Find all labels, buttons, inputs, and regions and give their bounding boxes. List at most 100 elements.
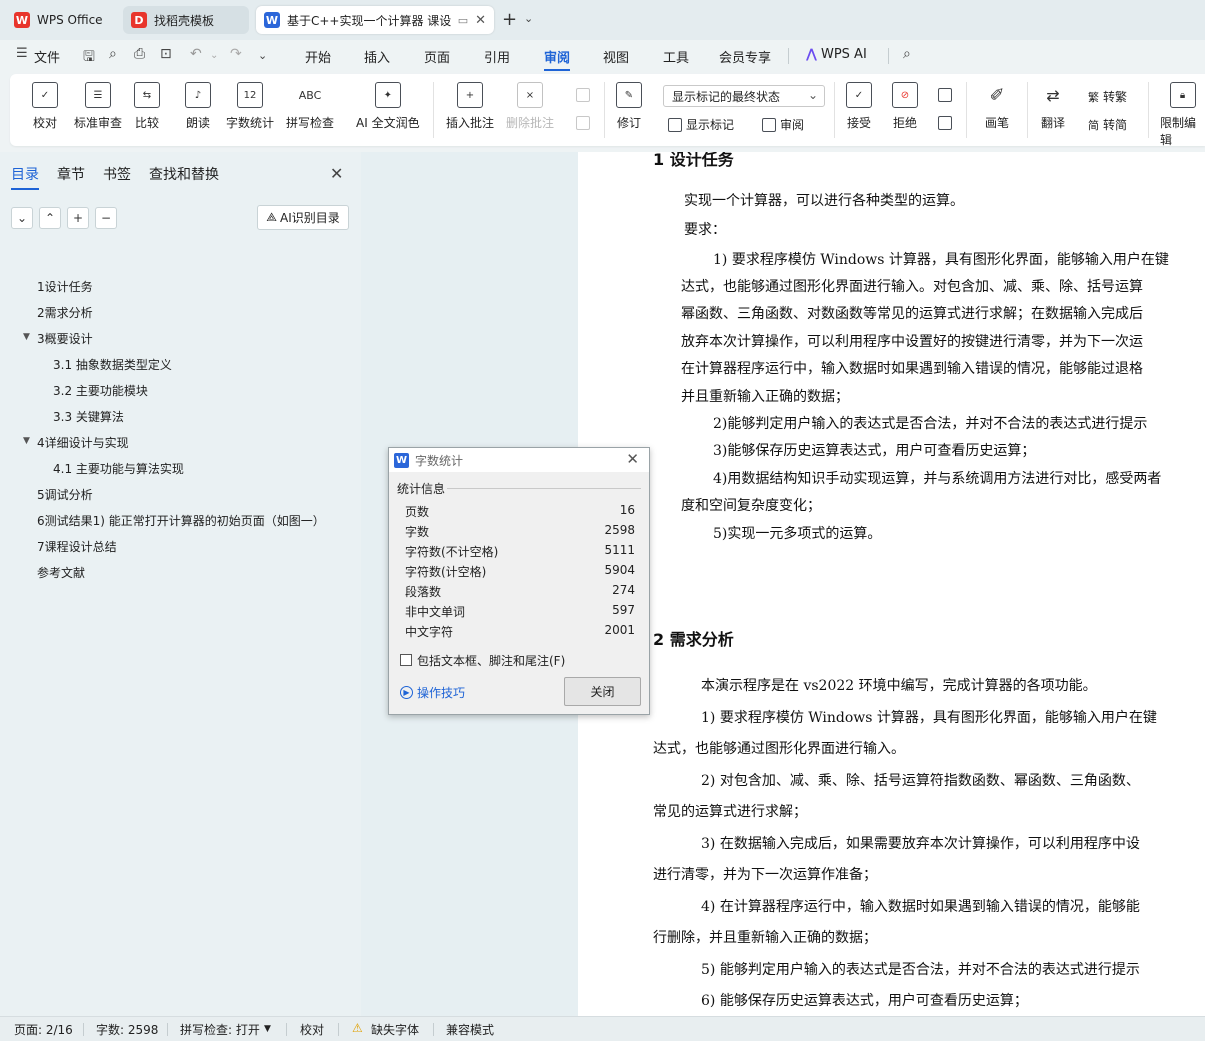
expanded-triangle-icon[interactable]: ▼ bbox=[23, 436, 30, 446]
restrict-edit-button[interactable]: 🔒︎ 限制编辑 bbox=[1160, 82, 1205, 148]
menu-review[interactable]: 审阅 bbox=[544, 47, 571, 71]
status-divider bbox=[286, 1023, 287, 1036]
status-word-count[interactable]: 字数: 2598 bbox=[96, 1021, 158, 1038]
remove-heading-button[interactable]: − bbox=[95, 207, 117, 229]
redo-icon[interactable]: ↷ bbox=[230, 46, 242, 62]
toc-item[interactable]: 3.2 主要功能模块 bbox=[53, 382, 148, 399]
status-proofread[interactable]: 校对 bbox=[300, 1021, 324, 1038]
print-preview-icon[interactable]: ⊡ bbox=[160, 46, 172, 62]
paragraph: 3) 在数据输入完成后，如果需要放弃本次计算操作，可以利用程序中设 bbox=[701, 836, 1140, 852]
close-icon[interactable]: ✕ bbox=[330, 164, 343, 183]
close-button[interactable]: 关闭 bbox=[564, 677, 641, 706]
dialog-title-bar[interactable]: W 字数统计 bbox=[389, 448, 649, 472]
menu-insert[interactable]: 插入 bbox=[364, 47, 390, 66]
proofread-button[interactable]: ✓ 校对 bbox=[32, 82, 58, 131]
undo-icon[interactable]: ↶ bbox=[190, 46, 202, 62]
chevron-down-icon[interactable]: ▼ bbox=[264, 1024, 271, 1034]
tab-wps-office[interactable]: W WPS Office bbox=[6, 6, 117, 34]
checkbox-label[interactable]: 包括文本框、脚注和尾注(F) bbox=[417, 652, 565, 669]
tab-bookmarks[interactable]: 书签 bbox=[103, 164, 131, 184]
menu-view[interactable]: 视图 bbox=[603, 47, 629, 66]
toc-item[interactable]: 2需求分析 bbox=[37, 304, 93, 321]
add-heading-button[interactable]: + bbox=[67, 207, 89, 229]
menu-member[interactable]: 会员专享 bbox=[719, 47, 771, 66]
new-tab-plus-icon[interactable]: + bbox=[502, 9, 517, 30]
ai-polish-button[interactable]: ✦ AI 全文润色 bbox=[356, 82, 420, 131]
menu-file[interactable]: 文件 bbox=[34, 47, 60, 66]
hamburger-icon[interactable]: ☰ bbox=[16, 46, 28, 61]
toc-item[interactable]: 3概要设计 bbox=[37, 330, 93, 347]
standard-review-icon: ☰ bbox=[85, 82, 111, 108]
show-markup-button[interactable]: 显示标记 bbox=[668, 116, 734, 133]
toc-item[interactable]: 7课程设计总结 bbox=[37, 538, 117, 555]
menu-wps-ai[interactable]: ⋀ WPS AI bbox=[806, 47, 867, 62]
previous-comment-button[interactable] bbox=[576, 88, 590, 102]
collapse-up-button[interactable]: ⌃ bbox=[39, 207, 61, 229]
to-traditional-button[interactable]: 繁转繁 bbox=[1088, 88, 1127, 105]
paragraph: 实现一个计算器，可以进行各种类型的运算。 bbox=[684, 193, 964, 209]
menu-tools[interactable]: 工具 bbox=[663, 47, 689, 66]
menu-references[interactable]: 引用 bbox=[484, 47, 510, 66]
tab-find-replace[interactable]: 查找和替换 bbox=[149, 164, 219, 184]
toc-item[interactable]: 参考文献 bbox=[37, 564, 85, 581]
menu-page[interactable]: 页面 bbox=[424, 47, 450, 66]
read-aloud-icon: ♪ bbox=[185, 82, 211, 108]
word-count-button[interactable]: 12 字数统计 bbox=[226, 82, 274, 131]
expanded-triangle-icon[interactable]: ▼ bbox=[23, 332, 30, 342]
compare-button[interactable]: ⇆ 比较 bbox=[134, 82, 160, 131]
insert-comment-button[interactable]: + 插入批注 bbox=[446, 82, 494, 131]
paragraph: 5) 能够判定用户输入的表达式是否合法，并对不合法的表达式进行提示 bbox=[701, 962, 1140, 978]
toc-item[interactable]: 4详细设计与实现 bbox=[37, 434, 129, 451]
save-icon[interactable]: 🖫 bbox=[83, 46, 95, 70]
tab-chapters[interactable]: 章节 bbox=[57, 164, 85, 184]
status-spell-check[interactable]: 拼写检查: 打开 bbox=[180, 1021, 260, 1038]
paragraph: 5)实现一元多项式的运算。 bbox=[713, 526, 882, 542]
menu-home[interactable]: 开始 bbox=[305, 47, 331, 66]
button-label: 转繁 bbox=[1103, 90, 1128, 104]
document-page[interactable]: 1 设计任务 实现一个计算器，可以进行各种类型的运算。 要求： 1) 要求程序模… bbox=[578, 152, 1205, 1016]
toc-item[interactable]: 4.1 主要功能与算法实现 bbox=[53, 460, 184, 477]
to-simplified-button[interactable]: 简转简 bbox=[1088, 116, 1127, 133]
monitor-icon: ▭ bbox=[457, 13, 469, 27]
close-icon[interactable]: ✕ bbox=[626, 450, 639, 468]
spell-check-button[interactable]: ABC 拼写检查 bbox=[286, 82, 334, 131]
next-comment-button[interactable] bbox=[576, 116, 590, 130]
paragraph: 1) 要求程序模仿 Windows 计算器，具有图形化界面，能够输入用户在键 bbox=[701, 710, 1157, 726]
toc-item[interactable]: 3.3 关键算法 bbox=[53, 408, 124, 425]
include-textboxes-checkbox[interactable] bbox=[400, 654, 412, 666]
button-label: 插入批注 bbox=[446, 116, 495, 130]
tab-toc[interactable]: 目录 bbox=[11, 164, 39, 190]
status-page[interactable]: 页面: 2/16 bbox=[14, 1021, 73, 1038]
expand-down-button[interactable]: ⌄ bbox=[11, 207, 33, 229]
close-icon[interactable]: ✕ bbox=[475, 13, 486, 28]
toc-item[interactable]: 3.1 抽象数据类型定义 bbox=[53, 356, 172, 373]
markup-display-select[interactable]: 显示标记的最终状态 ⌄ bbox=[663, 85, 825, 107]
standard-review-button[interactable]: ☰ 标准审查 bbox=[74, 82, 122, 131]
toc-item[interactable]: 1设计任务 bbox=[37, 278, 93, 295]
print-icon[interactable]: ⎙ bbox=[134, 46, 145, 62]
status-missing-font[interactable]: 缺失字体 bbox=[371, 1021, 419, 1038]
next-change-button[interactable] bbox=[938, 116, 952, 130]
tips-link[interactable]: ▶ 操作技巧 bbox=[400, 684, 465, 701]
format-painter-icon[interactable]: ⌕ bbox=[109, 46, 117, 62]
toc-item[interactable]: 5调试分析 bbox=[37, 486, 93, 503]
delete-comment-button[interactable]: × 删除批注 bbox=[506, 82, 554, 131]
more-chevron-icon[interactable]: ⌄ bbox=[258, 49, 267, 62]
reject-button[interactable]: ⊘ 拒绝 bbox=[892, 82, 918, 131]
search-icon[interactable]: ⌕ bbox=[903, 46, 911, 62]
ai-toc-button[interactable]: ⟁ AI识别目录 bbox=[257, 205, 349, 230]
tab-docer-templates[interactable]: D 找稻壳模板 bbox=[123, 6, 249, 34]
undo-dropdown-icon[interactable]: ⌄ bbox=[210, 50, 218, 61]
toc-item[interactable]: 6测试结果1) 能正常打开计算器的初始页面（如图一） bbox=[37, 512, 325, 529]
pen-button[interactable]: ✐ 画笔 bbox=[984, 82, 1010, 131]
show-markup-icon bbox=[668, 117, 682, 132]
chevron-down-icon[interactable]: ⌄ bbox=[524, 12, 533, 25]
track-changes-button[interactable]: ✎ 修订 bbox=[616, 82, 642, 131]
read-aloud-button[interactable]: ♪ 朗读 bbox=[185, 82, 211, 131]
accept-button[interactable]: ✓ 接受 bbox=[846, 82, 872, 131]
review-pane-button[interactable]: 审阅 bbox=[762, 116, 804, 133]
translate-button[interactable]: ⇄ 翻译 bbox=[1040, 82, 1066, 131]
stat-value: 2598 bbox=[604, 523, 635, 537]
tab-current-document[interactable]: W 基于C++实现一个计算器 课设 ▭ ✕ bbox=[256, 6, 494, 34]
previous-change-button[interactable] bbox=[938, 88, 952, 102]
